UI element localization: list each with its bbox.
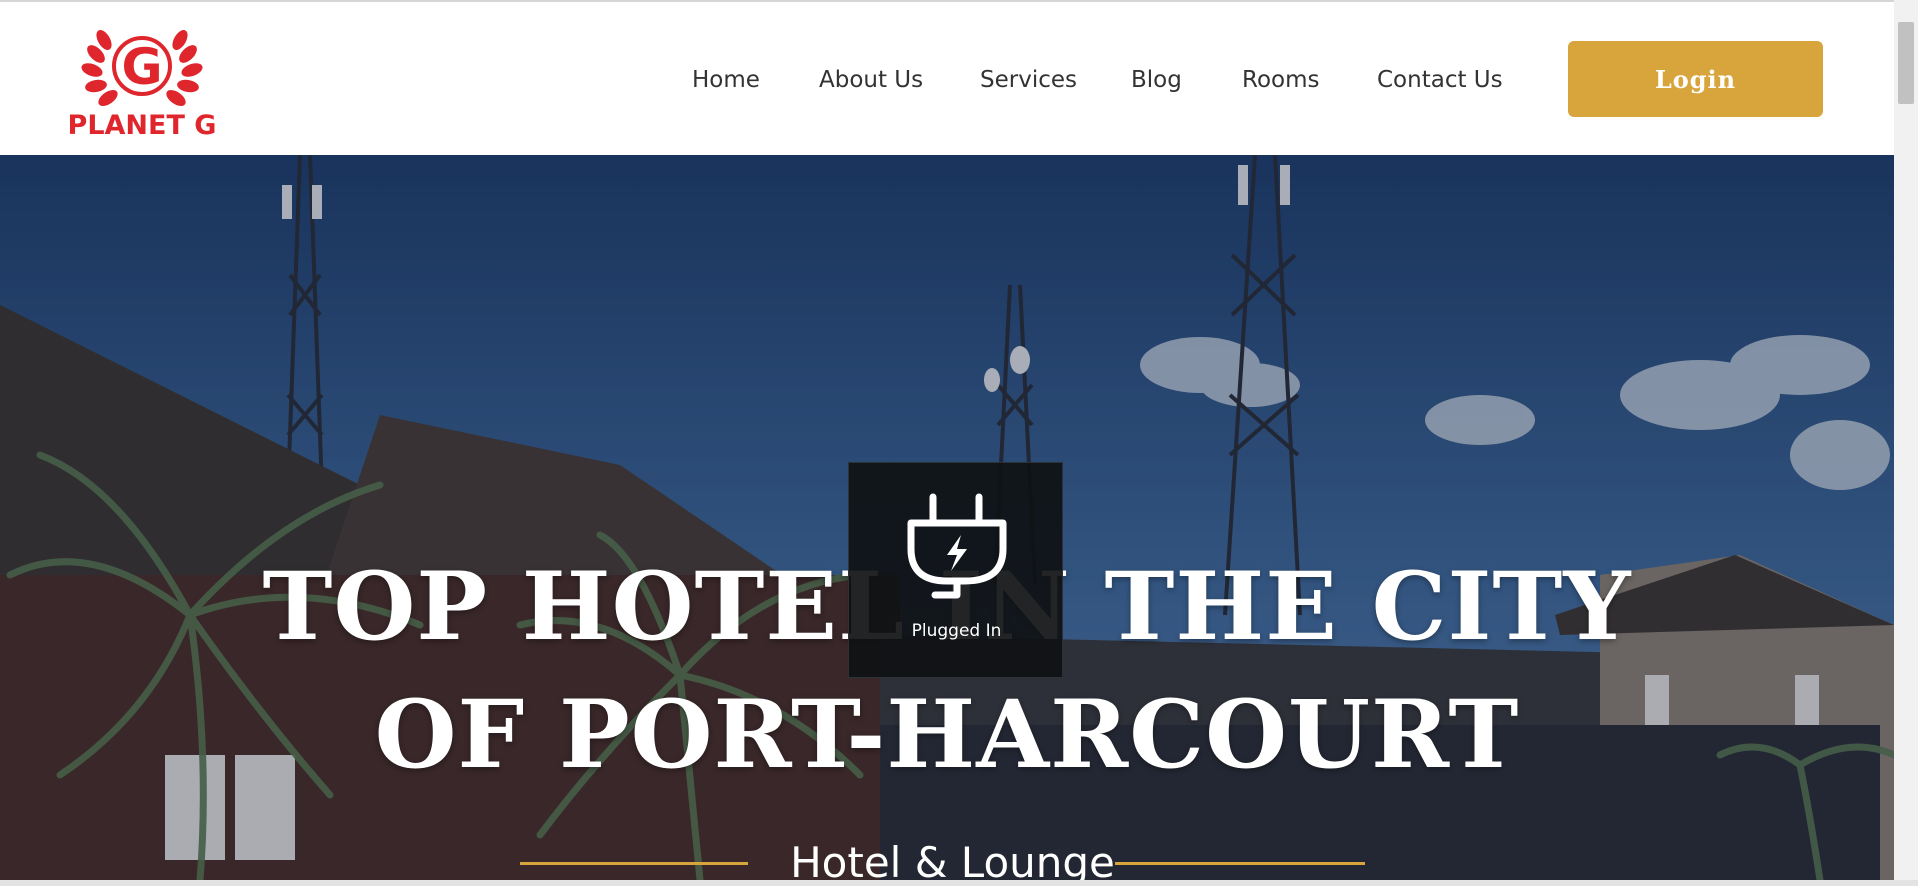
plugged-in-notification: Plugged In	[848, 462, 1063, 678]
hero-subtitle: Hotel & Lounge	[790, 838, 1115, 880]
logo-text: PLANET G	[68, 110, 217, 138]
planet-g-logo[interactable]: G PLANET G	[64, 20, 220, 138]
window-bottom-edge	[0, 880, 1918, 886]
page-scrollbar[interactable]	[1894, 0, 1918, 886]
logo-letter: G	[121, 38, 162, 96]
nav-about-us[interactable]: About Us	[819, 60, 923, 100]
nav-home[interactable]: Home	[692, 60, 760, 100]
hero-subtitle-block: Hotel & Lounge	[520, 835, 1385, 880]
site-header: G PLANET G Home About Us Services Blog R…	[0, 2, 1894, 155]
nav-contact-us[interactable]: Contact Us	[1377, 60, 1503, 100]
hero-title-line2: OF PORT-HARCOURT	[374, 680, 1520, 790]
scrollbar-thumb[interactable]	[1898, 22, 1914, 104]
plugged-in-label: Plugged In	[911, 621, 1002, 641]
power-plug-icon	[907, 493, 1007, 599]
nav-services[interactable]: Services	[980, 60, 1077, 100]
nav-rooms[interactable]: Rooms	[1242, 60, 1319, 100]
nav-blog[interactable]: Blog	[1131, 60, 1182, 100]
login-button[interactable]: Login	[1568, 41, 1823, 117]
